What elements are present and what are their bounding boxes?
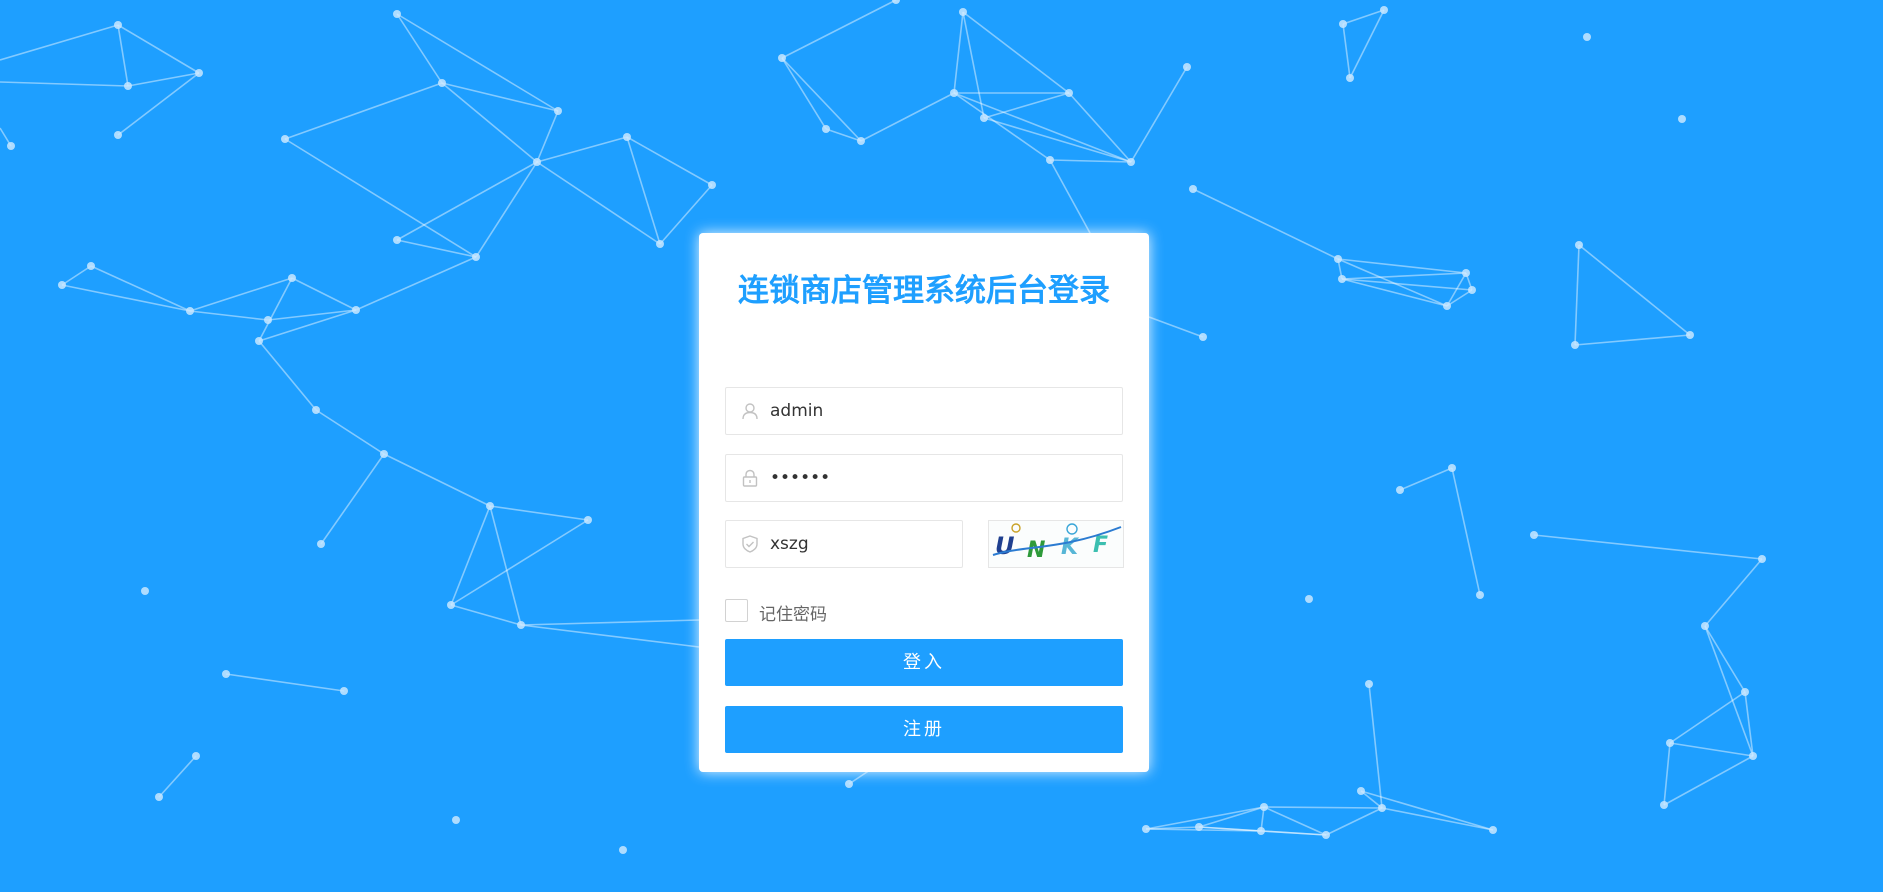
login-card: 连锁商店管理系统后台登录 U N K F <box>699 233 1149 772</box>
remember-password-label: 记住密码 <box>759 605 827 625</box>
captcha-field[interactable] <box>725 520 963 568</box>
captcha-char: K <box>1061 535 1080 560</box>
username-field[interactable] <box>725 387 1123 435</box>
login-button[interactable]: 登入 <box>725 639 1123 686</box>
captcha-char: U <box>995 532 1015 560</box>
password-field[interactable] <box>725 454 1123 502</box>
captcha-graphic: U N K F <box>992 523 1122 563</box>
checkbox-box[interactable] <box>725 599 748 622</box>
shield-icon <box>742 535 758 553</box>
captcha-char: N <box>1027 538 1045 563</box>
captcha-image[interactable]: U N K F <box>988 520 1124 568</box>
login-title: 连锁商店管理系统后台登录 <box>738 273 1110 309</box>
lock-icon <box>742 469 758 487</box>
username-input[interactable] <box>770 388 1110 434</box>
captcha-input[interactable] <box>770 521 950 567</box>
user-icon <box>742 403 758 420</box>
register-button[interactable]: 注册 <box>725 706 1123 753</box>
password-input[interactable] <box>770 455 1110 501</box>
